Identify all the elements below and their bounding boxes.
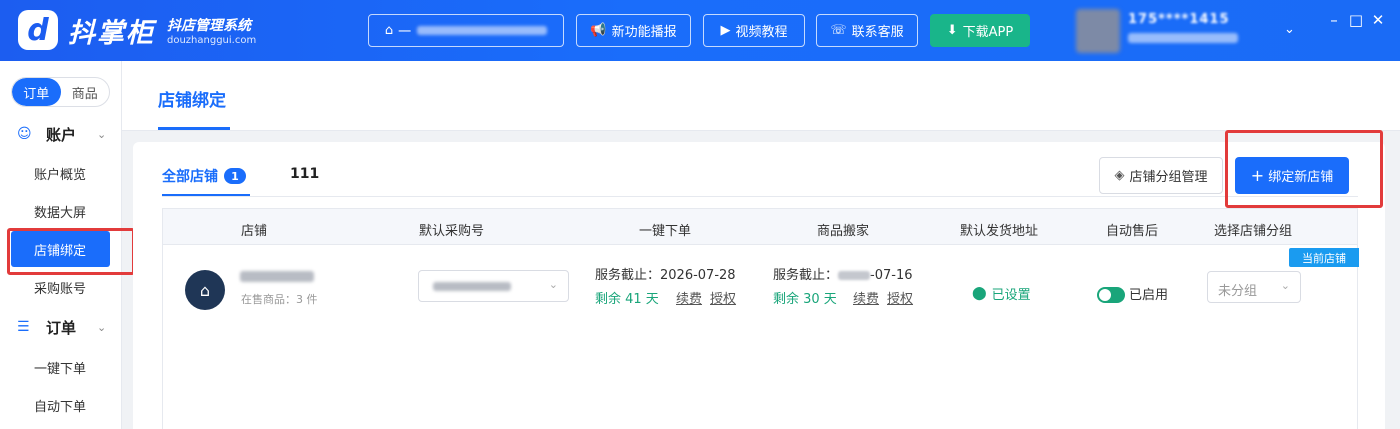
shop-table: 店铺 默认采购号 一键下单 商品搬家 默认发货地址 自动售后 选择店铺分组 当前…: [162, 208, 1359, 429]
shop-group-value: 未分组: [1218, 284, 1258, 299]
col-default-address: 默认发货地址: [960, 224, 1039, 239]
shop-group-select[interactable]: 未分组 ⌄: [1207, 271, 1301, 303]
col-product-move: 商品搬家: [817, 224, 870, 239]
highlight-box-bind-button: [1225, 130, 1383, 208]
user-avatar[interactable]: [1076, 9, 1120, 53]
sidebar-item-account-overview[interactable]: 账户概览: [0, 155, 122, 191]
megaphone-icon: 📢: [590, 23, 607, 38]
move-service-deadline: 服务截止： -07-16: [773, 268, 913, 283]
move-remaining: 剩余 30 天: [773, 292, 837, 307]
whats-new-label: 新功能播报: [611, 25, 677, 40]
minimize-icon[interactable]: –: [1325, 11, 1343, 29]
one-click-auth-link[interactable]: 授权: [710, 288, 736, 307]
chevron-down-icon[interactable]: ⌄: [1284, 22, 1295, 37]
one-click-service-deadline: 服务截止：2026-07-28: [595, 268, 736, 283]
one-click-renew-link[interactable]: 续费: [676, 288, 702, 307]
page-title[interactable]: 店铺绑定: [158, 86, 226, 111]
shop-switcher-prefix: 一: [398, 25, 412, 40]
sidebar-group-label: 账户: [46, 125, 77, 144]
video-tutorial-button[interactable]: ▶ 视频教程: [703, 14, 805, 47]
content-card: 全部店铺 1 111 ◈ 店铺分组管理 + 绑定新店铺 店铺 默认采购号 一键下…: [133, 142, 1385, 429]
move-renew-link[interactable]: 续费: [853, 288, 879, 307]
col-shop: 店铺: [241, 224, 268, 239]
mode-segment: 订单 商品: [11, 77, 110, 107]
shop-group-manage-label: 店铺分组管理: [1129, 170, 1208, 185]
store-icon: ⌂: [384, 23, 394, 38]
layers-icon: ◈: [1114, 168, 1125, 183]
contact-support-button[interactable]: ☏ 联系客服: [816, 14, 918, 47]
move-service-year-redacted: [838, 271, 871, 280]
segment-orders[interactable]: 订单: [12, 78, 61, 106]
default-address-status[interactable]: ⬤ 已设置: [972, 284, 1031, 303]
shop-name-redacted: [240, 271, 314, 282]
auto-after-sale-toggle[interactable]: [1097, 287, 1125, 303]
sidebar-item-one-click-order[interactable]: 一键下单: [0, 349, 122, 385]
highlight-box-sidebar: [7, 228, 135, 275]
default-purchase-select[interactable]: ⌄: [418, 270, 569, 302]
purchase-account-redacted: [433, 282, 511, 291]
location-pin-icon: ⬤: [972, 286, 987, 301]
download-app-label: 下载APP: [962, 25, 1014, 40]
sidebar-group-orders[interactable]: ☰ 订单 ⌄: [0, 309, 122, 345]
col-one-click-order: 一键下单: [639, 224, 692, 239]
smile-icon: ☺: [17, 126, 32, 142]
tab-label: 全部店铺: [162, 169, 218, 185]
sidebar-group-account[interactable]: ☺ 账户 ⌄: [0, 116, 122, 152]
chevron-down-icon: ⌄: [548, 278, 558, 291]
shop-on-sale-count: 在售商品：3 件: [241, 293, 318, 306]
address-status-label: 已设置: [991, 288, 1031, 303]
col-shop-group: 选择店铺分组: [1214, 224, 1293, 239]
shop-icon: ⌂: [199, 280, 211, 300]
chevron-down-icon: ⌄: [1280, 279, 1290, 292]
video-icon: ▶: [720, 23, 731, 38]
col-default-purchase: 默认采购号: [419, 224, 485, 239]
user-info[interactable]: 175****1415: [1128, 12, 1238, 43]
sidebar-item-auto-order[interactable]: 自动下单: [0, 387, 122, 423]
download-icon: ⬇: [946, 23, 958, 38]
tabs-divider: [162, 196, 1358, 197]
current-shop-tag: 当前店铺: [1289, 248, 1359, 267]
brand-url: douzhanggui.com: [167, 34, 257, 46]
col-auto-after-sale: 自动售后: [1106, 224, 1159, 239]
tab-all-shops[interactable]: 全部店铺 1: [162, 166, 246, 186]
brand-slogan: 抖店管理系统: [167, 17, 251, 34]
move-auth-link[interactable]: 授权: [887, 288, 913, 307]
video-tutorial-label: 视频教程: [735, 25, 788, 40]
table-header: 店铺 默认采购号 一键下单 商品搬家 默认发货地址 自动售后 选择店铺分组: [163, 209, 1357, 245]
shop-group-manage-button[interactable]: ◈ 店铺分组管理: [1099, 157, 1223, 194]
whats-new-button[interactable]: 📢 新功能播报: [576, 14, 691, 47]
tab-group-111[interactable]: 111: [290, 166, 319, 182]
maximize-icon[interactable]: □: [1347, 11, 1365, 29]
page-header: 店铺绑定: [122, 61, 1400, 131]
page-title-underline: [158, 127, 230, 130]
sidebar-group-label: 订单: [46, 318, 77, 337]
one-click-remaining: 剩余 41 天: [595, 292, 659, 307]
top-bar: d 抖掌柜 抖店管理系统 douzhanggui.com ⌂ 一 📢 新功能播报…: [0, 0, 1400, 61]
shop-switcher-button[interactable]: ⌂ 一: [368, 14, 564, 47]
brand-name: 抖掌柜: [68, 17, 155, 49]
download-app-button[interactable]: ⬇ 下载APP: [930, 14, 1030, 47]
contact-support-label: 联系客服: [851, 25, 904, 40]
logo-mark-icon: d: [18, 10, 58, 50]
headset-icon: ☏: [830, 23, 847, 38]
tab-count-badge: 1: [224, 168, 246, 184]
app-logo: d 抖掌柜 抖店管理系统 douzhanggui.com: [18, 10, 256, 50]
shop-switcher-name-redacted: [417, 26, 548, 35]
shop-avatar: ⌂: [185, 270, 225, 310]
auto-after-sale-label: 已启用: [1129, 288, 1169, 303]
segment-products[interactable]: 商品: [61, 78, 110, 106]
sidebar-item-data-screen[interactable]: 数据大屏: [0, 193, 122, 229]
user-meta-redacted: [1128, 33, 1238, 43]
chevron-down-icon: ⌄: [97, 127, 107, 141]
user-phone: 175****1415: [1128, 12, 1230, 27]
chevron-down-icon: ⌄: [97, 320, 107, 334]
close-icon[interactable]: ✕: [1369, 11, 1387, 29]
toggle-knob: [1099, 289, 1111, 301]
list-icon: ☰: [17, 319, 30, 335]
